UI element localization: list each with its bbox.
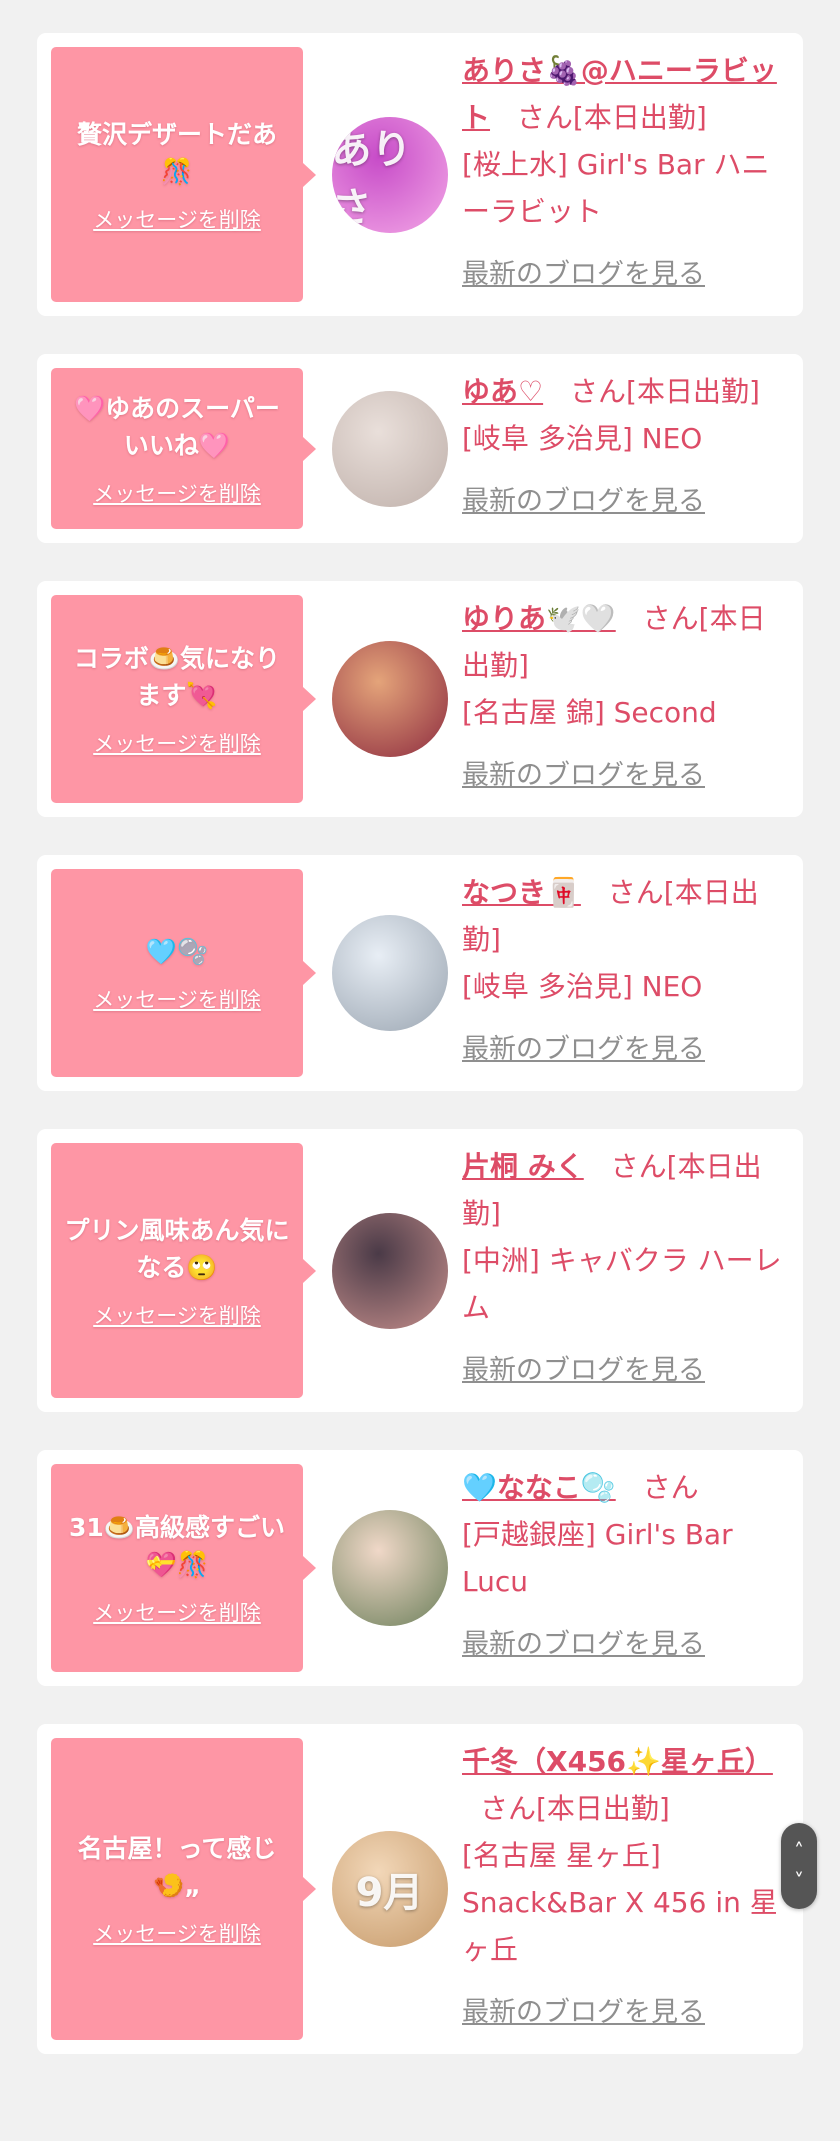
- shop-name: [岐阜 多治見] NEO: [462, 970, 703, 1003]
- message-card: プリン風味あん気になる🙄 メッセージを削除 片桐 みく さん[本日出勤] [中洲…: [37, 1129, 803, 1412]
- cast-info: 🩵ななこ🫧 さん [戸越銀座] Girl's Bar Lucu 最新のブログを見…: [462, 1450, 803, 1686]
- latest-blog-link[interactable]: 最新のブログを見る: [462, 478, 705, 525]
- shop-name: [桜上水] Girl's Bar ハニーラビット: [462, 148, 770, 228]
- scroll-down-icon[interactable]: ˅: [794, 1871, 804, 1891]
- message-bubble: 名古屋！って感じ🍤„ メッセージを削除: [51, 1738, 303, 2040]
- latest-blog-link[interactable]: 最新のブログを見る: [462, 1989, 705, 2036]
- message-bubble-column: 31🍮高級感すごい💝🎊 メッセージを削除: [37, 1450, 317, 1686]
- message-bubble-column: 🩷ゆあのスーパーいいね🩷 メッセージを削除: [37, 354, 317, 543]
- avatar-column: [317, 354, 462, 543]
- avatar-column: ありさ: [317, 33, 462, 316]
- latest-blog-link[interactable]: 最新のブログを見る: [462, 251, 705, 298]
- cast-status: さん[本日出勤]: [570, 375, 760, 408]
- avatar-column: [317, 855, 462, 1091]
- avatar-column: [317, 581, 462, 817]
- shop-name: [岐阜 多治見] NEO: [462, 422, 703, 455]
- scroll-up-icon[interactable]: ˄: [794, 1841, 804, 1861]
- delete-message-link[interactable]: メッセージを削除: [93, 204, 261, 234]
- message-bubble-column: 名古屋！って感じ🍤„ メッセージを削除: [37, 1724, 317, 2054]
- avatar[interactable]: ありさ: [331, 116, 448, 233]
- message-text: 🩷ゆあのスーパーいいね🩷: [74, 393, 280, 460]
- avatar-column: 9月: [317, 1724, 462, 2054]
- cast-name-link[interactable]: 片桐 みく: [462, 1150, 584, 1183]
- avatar[interactable]: 9月: [331, 1831, 448, 1947]
- message-bubble: 31🍮高級感すごい💝🎊 メッセージを削除: [51, 1464, 303, 1672]
- latest-blog-link[interactable]: 最新のブログを見る: [462, 1026, 705, 1073]
- avatar[interactable]: [331, 390, 448, 507]
- avatar[interactable]: [331, 915, 448, 1031]
- message-text: プリン風味あん気になる🙄: [64, 1215, 290, 1282]
- cast-info: なつき🀄 さん[本日出勤] [岐阜 多治見] NEO 最新のブログを見る: [462, 855, 803, 1091]
- latest-blog-link[interactable]: 最新のブログを見る: [462, 752, 705, 799]
- delete-message-link[interactable]: メッセージを削除: [93, 984, 261, 1014]
- cast-info: ゆりあ🕊️🤍 さん[本日出勤] [名古屋 錦] Second 最新のブログを見る: [462, 581, 803, 817]
- avatar-caption: [332, 1510, 448, 1626]
- avatar[interactable]: [331, 641, 448, 757]
- avatar-caption: [332, 641, 448, 757]
- delete-message-link[interactable]: メッセージを削除: [93, 1918, 261, 1948]
- scroll-widget[interactable]: ˄ ˅: [781, 1823, 817, 1909]
- avatar-caption: [332, 915, 448, 1031]
- latest-blog-link[interactable]: 最新のブログを見る: [462, 1347, 705, 1394]
- shop-name: [中洲] キャバクラ ハーレム: [462, 1244, 782, 1324]
- delete-message-link[interactable]: メッセージを削除: [93, 478, 261, 508]
- message-text: 贅沢デザートだあ🎊: [76, 119, 277, 186]
- cast-info: ありさ🍇@ハニーラビット さん[本日出勤] [桜上水] Girl's Bar ハ…: [462, 33, 803, 316]
- message-bubble: 贅沢デザートだあ🎊 メッセージを削除: [51, 47, 303, 302]
- message-text: 名古屋！って感じ🍤„: [77, 1834, 277, 1900]
- message-card: 31🍮高級感すごい💝🎊 メッセージを削除 🩵ななこ🫧 さん [戸越銀座] Gir…: [37, 1450, 803, 1686]
- avatar-caption: [332, 1213, 448, 1329]
- message-bubble-column: コラボ🍮気になります💘 メッセージを削除: [37, 581, 317, 817]
- message-bubble: 🩵🫧 メッセージを削除: [51, 869, 303, 1077]
- avatar-caption: ありさ: [331, 126, 412, 231]
- message-text: 31🍮高級感すごい💝🎊: [69, 1513, 285, 1579]
- cast-info: 千冬（X456✨星ヶ丘） さん[本日出勤] [名古屋 星ヶ丘] Snack&Ba…: [462, 1724, 803, 2054]
- shop-name: [名古屋 星ヶ丘] Snack&Bar X 456 in 星ヶ丘: [462, 1839, 778, 1966]
- avatar-caption: [332, 391, 448, 507]
- message-card: 贅沢デザートだあ🎊 メッセージを削除 ありさ ありさ🍇@ハニーラビット さん[本…: [37, 33, 803, 316]
- cast-status: さん: [642, 1471, 699, 1504]
- message-text: コラボ🍮気になります💘: [73, 644, 281, 710]
- message-card: 名古屋！って感じ🍤„ メッセージを削除 9月 千冬（X456✨星ヶ丘） さん[本…: [37, 1724, 803, 2054]
- cast-name-link[interactable]: 🩵ななこ🫧: [462, 1471, 616, 1504]
- cast-name-link[interactable]: なつき🀄: [462, 876, 581, 909]
- avatar-caption: 9月: [355, 1870, 424, 1916]
- message-card: 🩷ゆあのスーパーいいね🩷 メッセージを削除 ゆあ♡ さん[本日出勤] [岐阜 多…: [37, 354, 803, 543]
- avatar-column: [317, 1129, 462, 1412]
- message-bubble: コラボ🍮気になります💘 メッセージを削除: [51, 595, 303, 803]
- cast-info: 片桐 みく さん[本日出勤] [中洲] キャバクラ ハーレム 最新のブログを見る: [462, 1129, 803, 1412]
- message-bubble: プリン風味あん気になる🙄 メッセージを削除: [51, 1143, 303, 1398]
- shop-name: [戸越銀座] Girl's Bar Lucu: [462, 1518, 733, 1598]
- avatar[interactable]: [331, 1212, 448, 1329]
- message-feed: 贅沢デザートだあ🎊 メッセージを削除 ありさ ありさ🍇@ハニーラビット さん[本…: [37, 33, 803, 2092]
- message-card: コラボ🍮気になります💘 メッセージを削除 ゆりあ🕊️🤍 さん[本日出勤] [名古…: [37, 581, 803, 817]
- cast-name-link[interactable]: ゆりあ🕊️🤍: [462, 602, 616, 635]
- cast-status: さん[本日出勤]: [516, 101, 707, 134]
- message-text: 🩵🫧: [145, 936, 209, 966]
- message-bubble: 🩷ゆあのスーパーいいね🩷 メッセージを削除: [51, 368, 303, 529]
- cast-name-link[interactable]: ゆあ♡: [462, 375, 543, 408]
- message-bubble-column: 贅沢デザートだあ🎊 メッセージを削除: [37, 33, 317, 316]
- delete-message-link[interactable]: メッセージを削除: [93, 1597, 261, 1627]
- delete-message-link[interactable]: メッセージを削除: [93, 728, 261, 758]
- cast-info: ゆあ♡ さん[本日出勤] [岐阜 多治見] NEO 最新のブログを見る: [462, 354, 803, 543]
- shop-name: [名古屋 錦] Second: [462, 696, 717, 729]
- avatar[interactable]: [331, 1510, 448, 1626]
- delete-message-link[interactable]: メッセージを削除: [93, 1300, 261, 1330]
- cast-status: さん[本日出勤]: [480, 1792, 670, 1825]
- message-card: 🩵🫧 メッセージを削除 なつき🀄 さん[本日出勤] [岐阜 多治見] NEO 最…: [37, 855, 803, 1091]
- message-bubble-column: プリン風味あん気になる🙄 メッセージを削除: [37, 1129, 317, 1412]
- avatar-column: [317, 1450, 462, 1686]
- message-bubble-column: 🩵🫧 メッセージを削除: [37, 855, 317, 1091]
- cast-name-link[interactable]: 千冬（X456✨星ヶ丘）: [462, 1745, 773, 1778]
- latest-blog-link[interactable]: 最新のブログを見る: [462, 1621, 705, 1668]
